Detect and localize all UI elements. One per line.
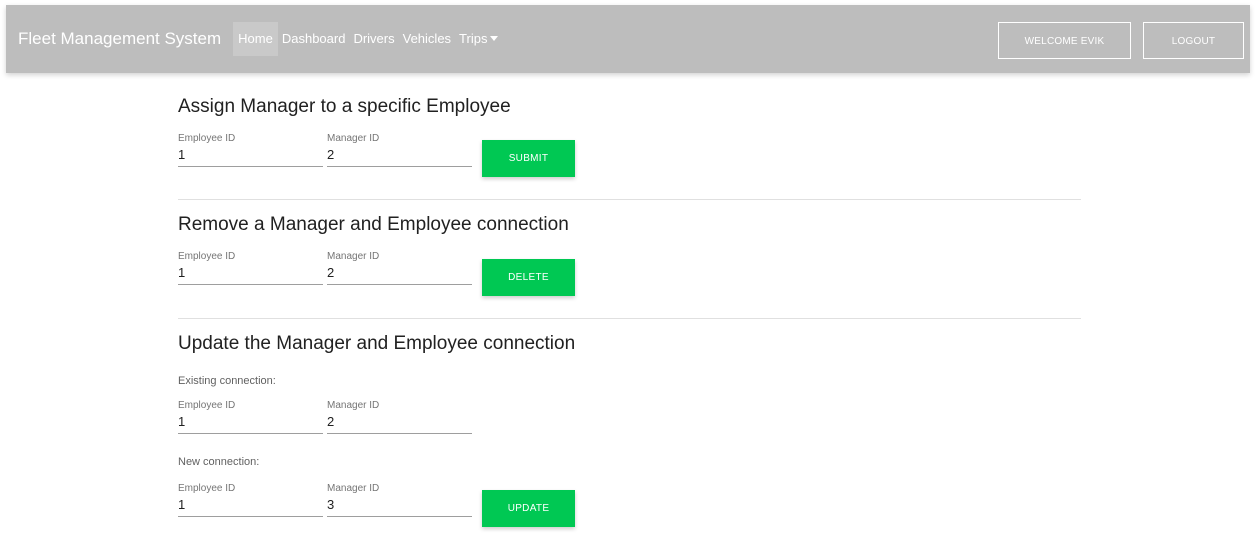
nav-link-dashboard[interactable]: Dashboard (278, 22, 350, 56)
nav-link-vehicles[interactable]: Vehicles (399, 22, 455, 56)
top-navbar: Fleet Management System Home Dashboard D… (6, 5, 1250, 73)
existing-employee-input[interactable] (178, 414, 323, 434)
update-button[interactable]: UPDATE (482, 490, 575, 527)
section-divider (178, 318, 1081, 319)
nav-link-home[interactable]: Home (233, 22, 278, 56)
delete-button[interactable]: DELETE (482, 259, 575, 296)
brand-title[interactable]: Fleet Management System (18, 29, 221, 49)
remove-manager-label: Manager ID (327, 251, 380, 262)
nav-link-drivers[interactable]: Drivers (349, 22, 398, 56)
new-connection-label: New connection: (178, 456, 260, 468)
remove-employee-label: Employee ID (178, 251, 236, 262)
section-divider (178, 199, 1081, 200)
nav-right-actions: WELCOME EVIK LOGOUT (998, 22, 1244, 59)
new-employee-label: Employee ID (178, 483, 236, 494)
existing-connection-label: Existing connection: (178, 375, 276, 387)
logout-button[interactable]: LOGOUT (1143, 22, 1244, 59)
new-employee-input[interactable] (178, 497, 323, 517)
welcome-button[interactable]: WELCOME EVIK (998, 22, 1131, 59)
existing-employee-label: Employee ID (178, 400, 236, 411)
remove-manager-input[interactable] (327, 265, 472, 285)
existing-manager-input[interactable] (327, 414, 472, 434)
assign-employee-label: Employee ID (178, 133, 236, 144)
nav-link-trips-label: Trips (459, 31, 488, 46)
new-manager-label: Manager ID (327, 483, 380, 494)
nav-link-trips[interactable]: Trips (455, 22, 502, 56)
assign-section-title: Assign Manager to a specific Employee (178, 96, 511, 117)
assign-manager-label: Manager ID (327, 133, 380, 144)
submit-button[interactable]: SUBMIT (482, 140, 575, 177)
update-section-title: Update the Manager and Employee connecti… (178, 333, 576, 354)
assign-employee-input[interactable] (178, 147, 323, 167)
remove-section-title: Remove a Manager and Employee connection (178, 214, 569, 235)
nav-links: Home Dashboard Drivers Vehicles Trips (233, 5, 502, 73)
caret-down-icon (490, 36, 499, 42)
existing-manager-label: Manager ID (327, 400, 380, 411)
new-manager-input[interactable] (327, 497, 472, 517)
remove-employee-input[interactable] (178, 265, 323, 285)
assign-manager-input[interactable] (327, 147, 472, 167)
